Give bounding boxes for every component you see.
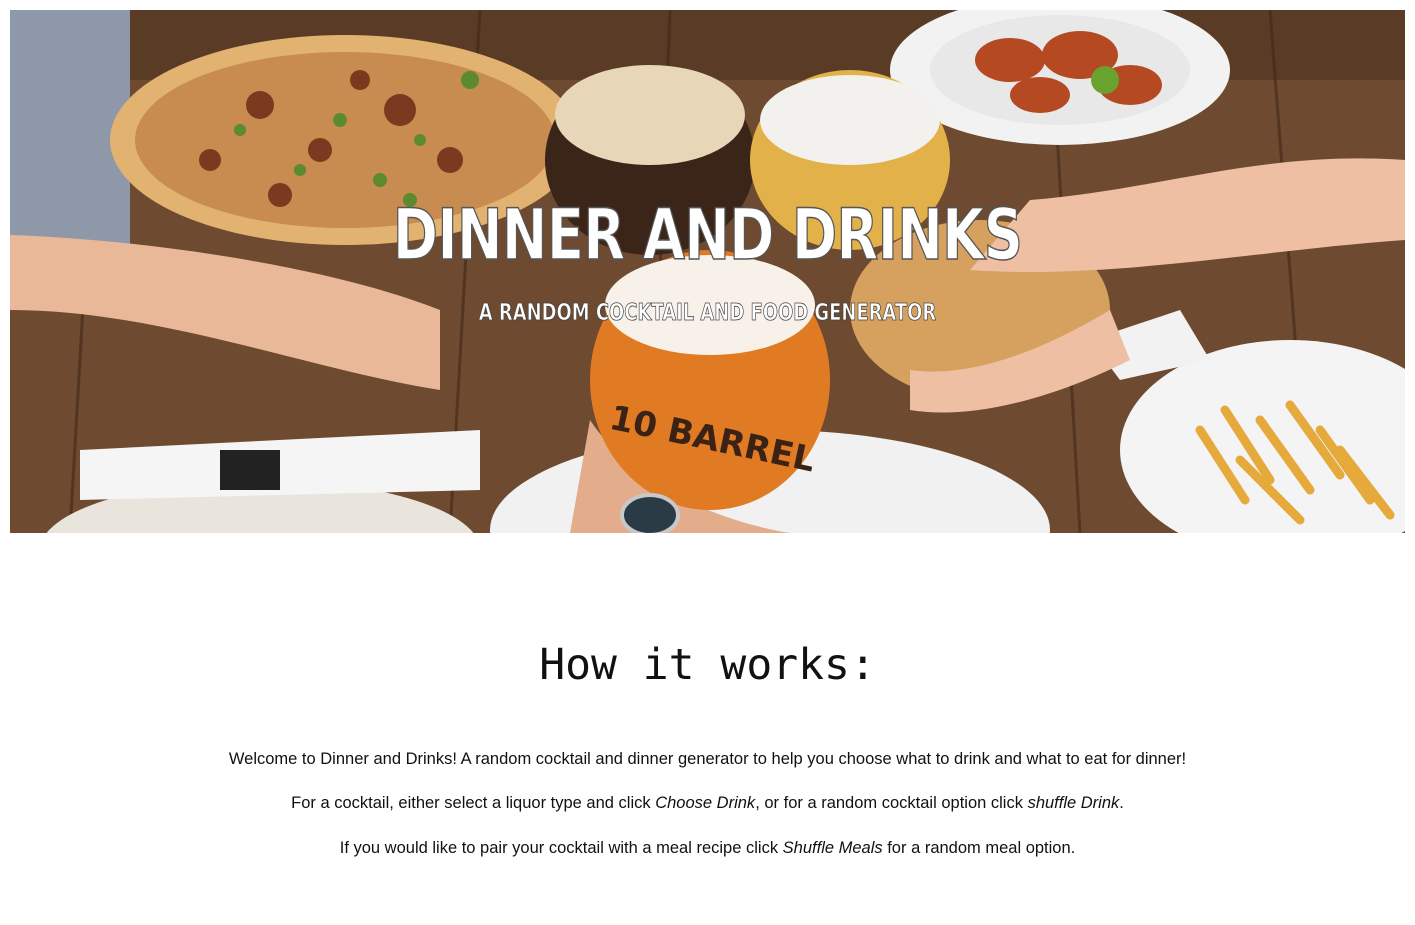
cocktail-instructions-middle: , or for a random cocktail option click — [755, 794, 1028, 812]
intro-paragraph: Welcome to Dinner and Drinks! A random c… — [228, 750, 1187, 768]
shuffle-drink-mention: shuffle Drink — [1027, 794, 1120, 812]
meal-instructions: If you would like to pair your cocktail … — [0, 839, 1415, 859]
hero-title: DINNER AND DRINKS — [392, 194, 1023, 276]
how-it-works-heading: How it works: — [539, 640, 876, 690]
hero-subtitle: A RANDOM COCKTAIL AND FOOD GENERATOR — [478, 300, 937, 326]
cocktail-instructions-text: For a cocktail, either select a liquor t… — [291, 794, 656, 812]
meal-instructions-end: for a random meal option. — [882, 839, 1076, 857]
shuffle-meals-mention: Shuffle Meals — [782, 839, 883, 857]
hero-banner: 10 BARREL DINNER AND DRINKS A RANDOM COC… — [10, 10, 1405, 533]
cocktail-instructions: For a cocktail, either select a liquor t… — [0, 794, 1415, 814]
cocktail-instructions-end: . — [1119, 794, 1124, 812]
choose-drink-mention: Choose Drink — [655, 794, 756, 812]
meal-instructions-text: If you would like to pair your cocktail … — [339, 839, 783, 857]
